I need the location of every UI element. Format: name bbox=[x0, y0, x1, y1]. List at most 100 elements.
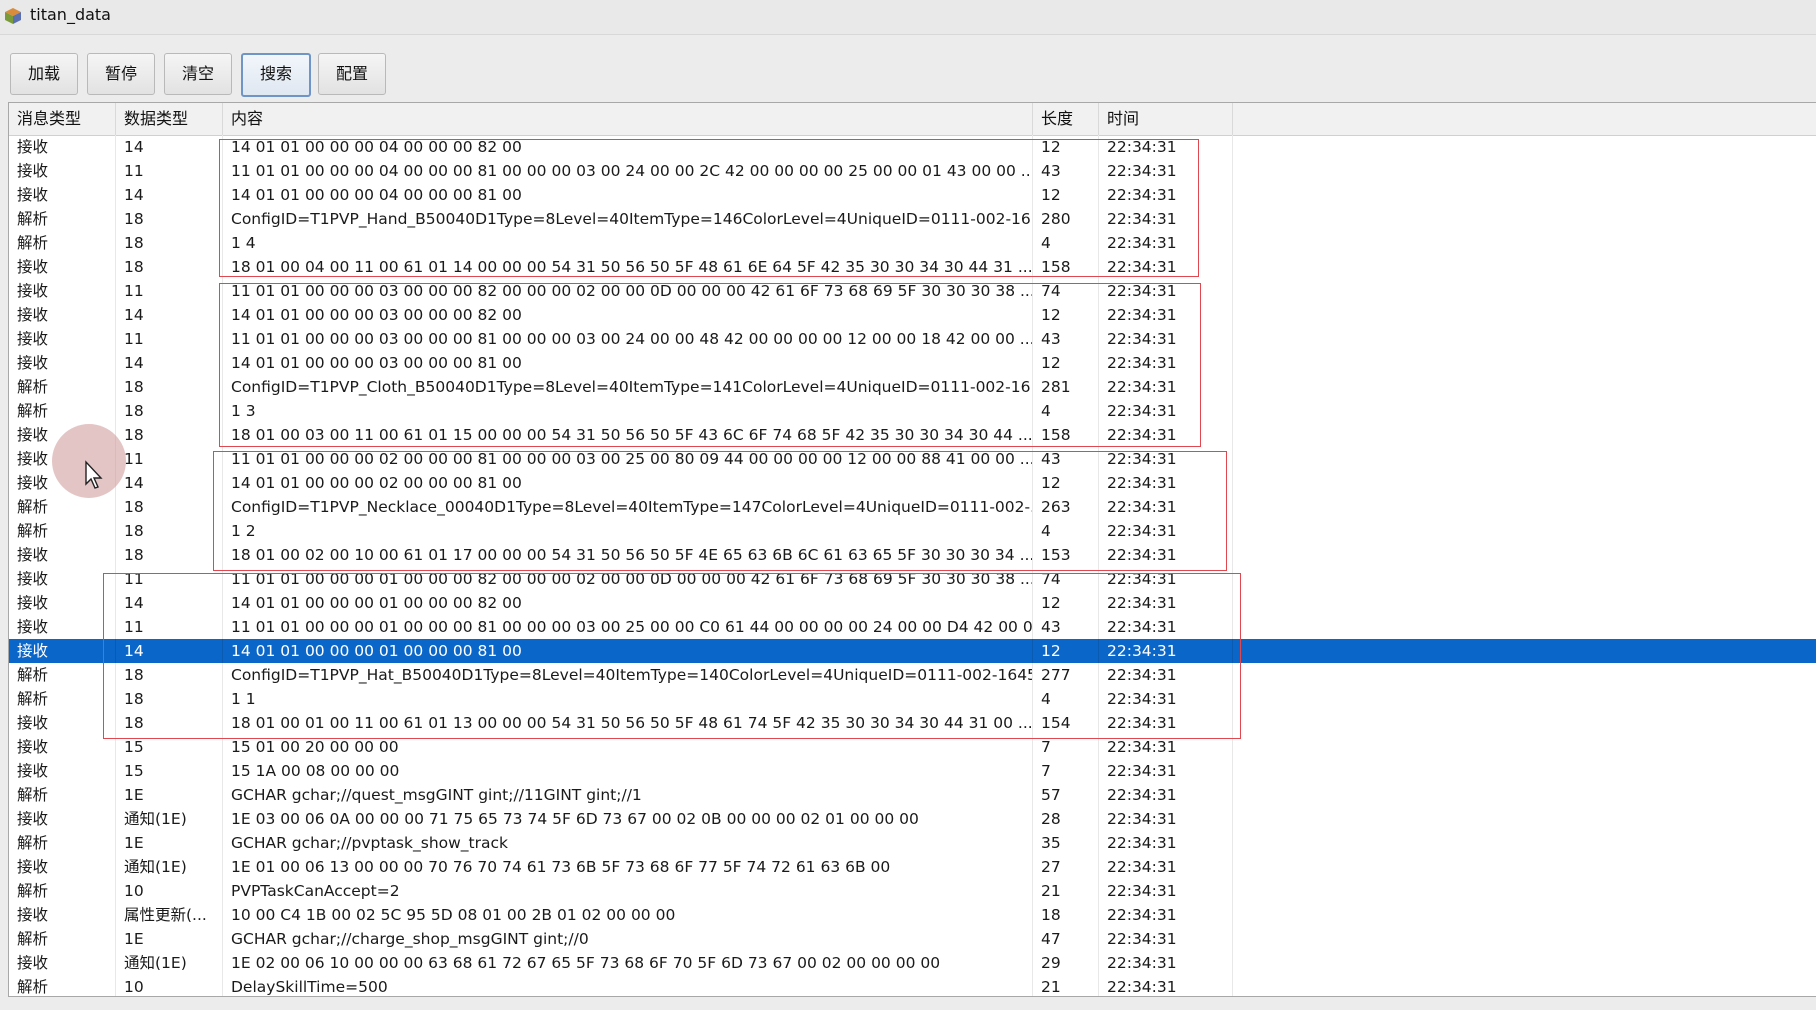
message-type-cell: 解析 bbox=[9, 879, 116, 903]
table-row[interactable]: 接收 14 14 01 01 00 00 00 03 00 00 00 81 00 1… bbox=[9, 351, 1816, 375]
length-cell: 18 bbox=[1033, 903, 1099, 927]
data-type-cell: 11 bbox=[116, 159, 223, 183]
column-header-time[interactable]: 时间 bbox=[1099, 103, 1233, 135]
data-type-cell: 11 bbox=[116, 567, 223, 591]
content-cell: 11 01 01 00 00 00 03 00 00 00 82 00 00 0… bbox=[223, 279, 1033, 303]
table-row[interactable]: 解析 18 ConfigID=T1PVP_Hat_B50040D1Type=8Lev… bbox=[9, 663, 1816, 687]
table-row[interactable]: 接收 11 11 01 01 00 00 00 04 00 00 00 81 00 … bbox=[9, 159, 1816, 183]
table-row[interactable]: 接收 11 11 01 01 00 00 00 03 00 00 00 81 00 … bbox=[9, 327, 1816, 351]
message-type-cell: 接收 bbox=[9, 327, 116, 351]
time-cell: 22:34:31 bbox=[1099, 591, 1233, 615]
content-cell: 10 00 C4 1B 00 02 5C 95 5D 08 01 00 2B 0… bbox=[223, 903, 1033, 927]
table-row[interactable]: 接收 11 11 01 01 00 00 00 01 00 00 00 81 00 … bbox=[9, 615, 1816, 639]
time-cell: 22:34:31 bbox=[1099, 687, 1233, 711]
table-row[interactable]: 解析 18 1 3 4 22:34:31 bbox=[9, 399, 1816, 423]
message-type-cell: 接收 bbox=[9, 159, 116, 183]
message-type-cell: 解析 bbox=[9, 975, 116, 996]
content-cell: 14 01 01 00 00 00 03 00 00 00 82 00 bbox=[223, 303, 1033, 327]
data-type-cell: 11 bbox=[116, 615, 223, 639]
table-row[interactable]: 解析 1E GCHAR gchar;//quest_msgGINT gint;//1… bbox=[9, 783, 1816, 807]
message-type-cell: 接收 bbox=[9, 135, 116, 159]
table-row[interactable]: 接收 18 18 01 00 03 00 11 00 61 01 15 00 00 … bbox=[9, 423, 1816, 447]
message-type-cell: 接收 bbox=[9, 591, 116, 615]
table-row[interactable]: 解析 18 ConfigID=T1PVP_Necklace_00040D1Type=… bbox=[9, 495, 1816, 519]
time-cell: 22:34:31 bbox=[1099, 375, 1233, 399]
time-cell: 22:34:31 bbox=[1099, 975, 1233, 996]
table-row[interactable]: 解析 10 PVPTaskCanAccept=2 21 22:34:31 bbox=[9, 879, 1816, 903]
table-row[interactable]: 接收 18 18 01 00 04 00 11 00 61 01 14 00 00 … bbox=[9, 255, 1816, 279]
table-row[interactable]: 接收 14 14 01 01 00 00 00 01 00 00 00 81 00 1… bbox=[9, 639, 1816, 663]
table-row[interactable]: 解析 18 1 4 4 22:34:31 bbox=[9, 231, 1816, 255]
table-row[interactable]: 解析 1E GCHAR gchar;//pvptask_show_track 35 22… bbox=[9, 831, 1816, 855]
table-row[interactable]: 接收 15 15 1A 00 08 00 00 00 7 22:34:31 bbox=[9, 759, 1816, 783]
table-row[interactable]: 接收 通知(1E) 1E 01 00 06 13 00 00 00 70 76 70… bbox=[9, 855, 1816, 879]
search-button[interactable]: 搜索 bbox=[241, 53, 311, 97]
table-row[interactable]: 解析 18 1 1 4 22:34:31 bbox=[9, 687, 1816, 711]
config-button[interactable]: 配置 bbox=[318, 53, 386, 95]
message-type-cell: 接收 bbox=[9, 543, 116, 567]
column-header-content[interactable]: 内容 bbox=[223, 103, 1033, 135]
data-type-cell: 通知(1E) bbox=[116, 951, 223, 975]
content-cell: 18 01 00 04 00 11 00 61 01 14 00 00 00 5… bbox=[223, 255, 1033, 279]
time-cell: 22:34:31 bbox=[1099, 303, 1233, 327]
time-cell: 22:34:31 bbox=[1099, 903, 1233, 927]
data-type-cell: 通知(1E) bbox=[116, 855, 223, 879]
length-cell: 29 bbox=[1033, 951, 1099, 975]
table-row[interactable]: 接收 11 11 01 01 00 00 00 02 00 00 00 81 00 … bbox=[9, 447, 1816, 471]
time-cell: 22:34:31 bbox=[1099, 447, 1233, 471]
time-cell: 22:34:31 bbox=[1099, 663, 1233, 687]
length-cell: 12 bbox=[1033, 303, 1099, 327]
content-cell: 11 01 01 00 00 00 02 00 00 00 81 00 00 0… bbox=[223, 447, 1033, 471]
content-cell: GCHAR gchar;//pvptask_show_track bbox=[223, 831, 1033, 855]
table-row[interactable]: 接收 18 18 01 00 01 00 11 00 61 01 13 00 00 … bbox=[9, 711, 1816, 735]
load-button[interactable]: 加载 bbox=[10, 53, 78, 95]
pause-button[interactable]: 暂停 bbox=[87, 53, 155, 95]
data-type-cell: 14 bbox=[116, 591, 223, 615]
content-cell: GCHAR gchar;//quest_msgGINT gint;//11GIN… bbox=[223, 783, 1033, 807]
length-cell: 12 bbox=[1033, 135, 1099, 159]
time-cell: 22:34:31 bbox=[1099, 159, 1233, 183]
column-header-message-type[interactable]: 消息类型 bbox=[9, 103, 116, 135]
data-type-cell: 14 bbox=[116, 303, 223, 327]
length-cell: 158 bbox=[1033, 255, 1099, 279]
table-row[interactable]: 解析 10 DelaySkillTime=500 21 22:34:31 bbox=[9, 975, 1816, 996]
table-row[interactable]: 接收 通知(1E) 1E 03 00 06 0A 00 00 00 71 75 65… bbox=[9, 807, 1816, 831]
column-header-length[interactable]: 长度 bbox=[1033, 103, 1099, 135]
table-row[interactable]: 接收 11 11 01 01 00 00 00 01 00 00 00 82 00 … bbox=[9, 567, 1816, 591]
table-row[interactable]: 接收 15 15 01 00 20 00 00 00 7 22:34:31 bbox=[9, 735, 1816, 759]
data-type-cell: 18 bbox=[116, 711, 223, 735]
table-row[interactable]: 接收 14 14 01 01 00 00 00 02 00 00 00 81 00 1… bbox=[9, 471, 1816, 495]
content-cell: 1E 02 00 06 10 00 00 00 63 68 61 72 67 6… bbox=[223, 951, 1033, 975]
data-type-cell: 18 bbox=[116, 231, 223, 255]
table-row[interactable]: 接收 14 14 01 01 00 00 00 01 00 00 00 82 00 1… bbox=[9, 591, 1816, 615]
table-row[interactable]: 解析 18 1 2 4 22:34:31 bbox=[9, 519, 1816, 543]
table-row[interactable]: 解析 18 ConfigID=T1PVP_Hand_B50040D1Type=8Le… bbox=[9, 207, 1816, 231]
length-cell: 7 bbox=[1033, 759, 1099, 783]
table-row[interactable]: 接收 14 14 01 01 00 00 00 04 00 00 00 82 00 1… bbox=[9, 135, 1816, 159]
content-cell: 11 01 01 00 00 00 01 00 00 00 82 00 00 0… bbox=[223, 567, 1033, 591]
table-row[interactable]: 接收 14 14 01 01 00 00 00 03 00 00 00 82 00 1… bbox=[9, 303, 1816, 327]
table-row[interactable]: 接收 14 14 01 01 00 00 00 04 00 00 00 81 00 1… bbox=[9, 183, 1816, 207]
table-row[interactable]: 接收 11 11 01 01 00 00 00 03 00 00 00 82 00 … bbox=[9, 279, 1816, 303]
message-type-cell: 解析 bbox=[9, 519, 116, 543]
time-cell: 22:34:31 bbox=[1099, 807, 1233, 831]
length-cell: 12 bbox=[1033, 351, 1099, 375]
message-type-cell: 接收 bbox=[9, 351, 116, 375]
message-type-cell: 解析 bbox=[9, 663, 116, 687]
clear-button[interactable]: 清空 bbox=[164, 53, 232, 95]
data-type-cell: 18 bbox=[116, 423, 223, 447]
table-row[interactable]: 解析 1E GCHAR gchar;//charge_shop_msgGINT gi… bbox=[9, 927, 1816, 951]
table-row[interactable]: 接收 属性更新(... 10 00 C4 1B 00 02 5C 95 5D 08 … bbox=[9, 903, 1816, 927]
data-type-cell: 11 bbox=[116, 327, 223, 351]
message-type-cell: 接收 bbox=[9, 855, 116, 879]
time-cell: 22:34:31 bbox=[1099, 183, 1233, 207]
content-cell: 18 01 00 02 00 10 00 61 01 17 00 00 00 5… bbox=[223, 543, 1033, 567]
message-type-cell: 解析 bbox=[9, 495, 116, 519]
table-row[interactable]: 接收 18 18 01 00 02 00 10 00 61 01 17 00 00 … bbox=[9, 543, 1816, 567]
length-cell: 27 bbox=[1033, 855, 1099, 879]
table-row[interactable]: 接收 通知(1E) 1E 02 00 06 10 00 00 00 63 68 61… bbox=[9, 951, 1816, 975]
length-cell: 4 bbox=[1033, 231, 1099, 255]
message-table[interactable]: 消息类型 数据类型 内容 长度 时间 接收 14 14 01 01 00 00 00… bbox=[8, 102, 1816, 997]
column-header-data-type[interactable]: 数据类型 bbox=[116, 103, 223, 135]
table-row[interactable]: 解析 18 ConfigID=T1PVP_Cloth_B50040D1Type=8L… bbox=[9, 375, 1816, 399]
